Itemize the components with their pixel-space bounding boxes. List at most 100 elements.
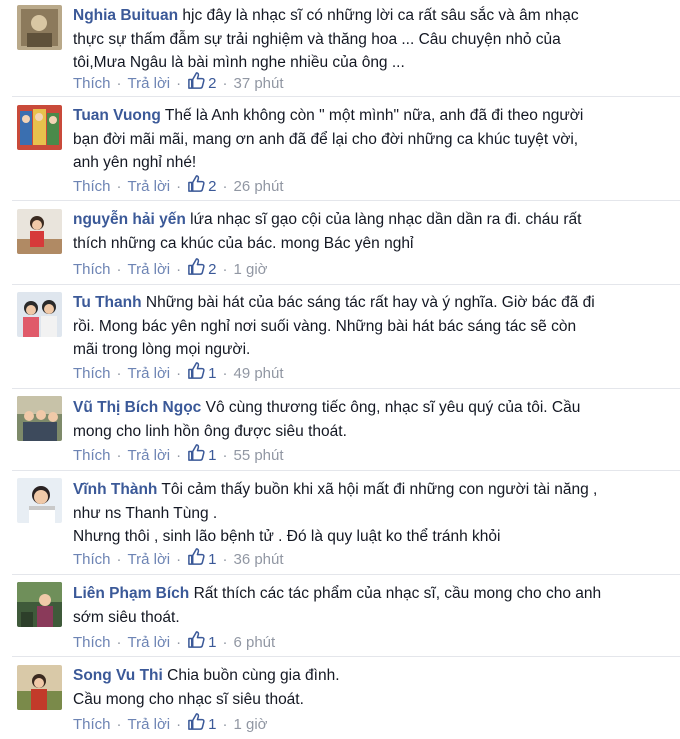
like-link[interactable]: Thích bbox=[73, 175, 111, 199]
separator: · bbox=[176, 447, 182, 464]
thumbs-up-icon bbox=[187, 630, 208, 657]
comment-text: bạn đời mãi mãi, mang ơn anh đã để lại c… bbox=[73, 130, 579, 148]
like-count[interactable]: 1 bbox=[187, 630, 216, 657]
reply-link[interactable]: Trả lời bbox=[128, 362, 171, 386]
avatar[interactable] bbox=[17, 292, 62, 337]
comment-author[interactable]: Tu Thanh bbox=[73, 294, 142, 311]
comment-text: Tu Thanh Những bài hát của bác sáng tác … bbox=[73, 294, 595, 311]
avatar[interactable] bbox=[17, 582, 62, 627]
like-count[interactable]: 1 bbox=[187, 443, 216, 470]
separator: · bbox=[222, 178, 228, 195]
separator: · bbox=[222, 75, 228, 92]
separator: · bbox=[116, 365, 122, 382]
separator: · bbox=[176, 178, 182, 195]
comment-author[interactable]: Vũ Thị Bích Ngọc bbox=[73, 399, 201, 416]
like-link[interactable]: Thích bbox=[73, 631, 111, 655]
comment-time[interactable]: 6 phút bbox=[233, 631, 275, 655]
like-count-number: 2 bbox=[208, 75, 217, 92]
comment-time[interactable]: 26 phút bbox=[233, 175, 283, 199]
comment-text: tôi,Mưa Ngâu là bài mình nghe nhiều của … bbox=[73, 54, 405, 71]
comment-time[interactable]: 1 giờ bbox=[233, 258, 267, 282]
comment-time[interactable]: 49 phút bbox=[233, 362, 283, 386]
thumbs-up-icon bbox=[187, 547, 208, 574]
comment-divider bbox=[12, 284, 680, 285]
separator: · bbox=[222, 365, 228, 382]
comment-author[interactable]: Song Vu Thi bbox=[73, 667, 163, 684]
reply-link[interactable]: Trả lời bbox=[128, 72, 171, 96]
separator: · bbox=[116, 551, 122, 568]
thumbs-up-icon bbox=[187, 257, 208, 284]
avatar[interactable] bbox=[17, 209, 62, 254]
reply-link[interactable]: Trả lời bbox=[128, 175, 171, 199]
comment-text: Nghia Buituan hjc đây là nhạc sĩ có nhữn… bbox=[73, 7, 579, 24]
comment-time[interactable]: 37 phút bbox=[233, 72, 283, 96]
avatar[interactable] bbox=[17, 5, 62, 50]
separator: · bbox=[116, 634, 122, 651]
reply-link[interactable]: Trả lời bbox=[128, 548, 171, 572]
comment-author[interactable]: Vĩnh Thành bbox=[73, 481, 157, 498]
avatar[interactable] bbox=[17, 396, 62, 441]
comment-text: như ns Thanh Tùng . bbox=[73, 504, 218, 522]
thumbs-up-icon bbox=[187, 174, 208, 201]
like-link[interactable]: Thích bbox=[73, 713, 111, 737]
comment-time[interactable]: 55 phút bbox=[233, 444, 283, 468]
separator: · bbox=[176, 365, 182, 382]
avatar[interactable] bbox=[17, 105, 62, 150]
comment-actions: Thích · Trả lời · 1 · 1 giờ bbox=[73, 712, 268, 739]
separator: · bbox=[222, 551, 228, 568]
comment-text: thích những ca khúc của bác. mong Bác yê… bbox=[73, 234, 414, 252]
comment-time[interactable]: 36 phút bbox=[233, 548, 283, 572]
like-count-number: 1 bbox=[208, 365, 217, 382]
thumbs-up-icon bbox=[187, 443, 208, 470]
comment-text: Liên Phạm Bích Rất thích các tác phẩm củ… bbox=[73, 585, 602, 602]
separator: · bbox=[116, 75, 122, 92]
comment-text: Tuan Vuong Thế là Anh không còn " một mì… bbox=[73, 107, 584, 124]
comment-author[interactable]: Tuan Vuong bbox=[73, 107, 161, 124]
comment-actions: Thích · Trả lời · 1 · 36 phút bbox=[73, 547, 284, 574]
like-count[interactable]: 2 bbox=[187, 174, 216, 201]
comment-actions: Thích · Trả lời · 2 · 26 phút bbox=[73, 174, 284, 201]
comment-text: mãi trong lòng mọi người. bbox=[73, 341, 251, 358]
comment-author[interactable]: Liên Phạm Bích bbox=[73, 585, 189, 602]
like-link[interactable]: Thích bbox=[73, 72, 111, 96]
like-count[interactable]: 1 bbox=[187, 547, 216, 574]
avatar[interactable] bbox=[17, 478, 62, 523]
comment-time[interactable]: 1 giờ bbox=[233, 713, 267, 737]
separator: · bbox=[116, 178, 122, 195]
comment-actions: Thích · Trả lời · 2 · 37 phút bbox=[73, 71, 284, 98]
like-count[interactable]: 2 bbox=[187, 71, 216, 98]
separator: · bbox=[176, 261, 182, 278]
like-count-number: 1 bbox=[208, 634, 217, 651]
separator: · bbox=[222, 716, 228, 733]
comment-author[interactable]: Nghia Buituan bbox=[73, 7, 178, 24]
reply-link[interactable]: Trả lời bbox=[128, 713, 171, 737]
separator: · bbox=[176, 634, 182, 651]
reply-link[interactable]: Trả lời bbox=[128, 631, 171, 655]
reply-link[interactable]: Trả lời bbox=[128, 258, 171, 282]
comment-actions: Thích · Trả lời · 1 · 6 phút bbox=[73, 630, 275, 657]
comment-text: mong cho linh hồn ông được siêu thoát. bbox=[73, 422, 347, 440]
like-link[interactable]: Thích bbox=[73, 548, 111, 572]
comment-text: nguyễn hải yến lứa nhạc sĩ gạo cội của l… bbox=[73, 211, 582, 228]
separator: · bbox=[222, 447, 228, 464]
like-link[interactable]: Thích bbox=[73, 362, 111, 386]
thumbs-up-icon bbox=[187, 361, 208, 388]
like-count[interactable]: 1 bbox=[187, 712, 216, 739]
avatar[interactable] bbox=[17, 665, 62, 710]
comment-author[interactable]: nguyễn hải yến bbox=[73, 211, 186, 228]
like-count[interactable]: 2 bbox=[187, 257, 216, 284]
comment-actions: Thích · Trả lời · 2 · 1 giờ bbox=[73, 257, 268, 284]
separator: · bbox=[222, 634, 228, 651]
separator: · bbox=[176, 75, 182, 92]
separator: · bbox=[222, 261, 228, 278]
like-count-number: 1 bbox=[208, 447, 217, 464]
comment-actions: Thích · Trả lời · 1 · 49 phút bbox=[73, 361, 284, 388]
comment-text: rồi. Mong bác yên nghỉ nơi suối vàng. Nh… bbox=[73, 317, 577, 335]
like-count[interactable]: 1 bbox=[187, 361, 216, 388]
like-count-number: 2 bbox=[208, 178, 217, 195]
separator: · bbox=[116, 447, 122, 464]
like-link[interactable]: Thích bbox=[73, 444, 111, 468]
like-link[interactable]: Thích bbox=[73, 258, 111, 282]
reply-link[interactable]: Trả lời bbox=[128, 444, 171, 468]
comment-text: Nhưng thôi , sinh lão bệnh tử . Đó là qu… bbox=[73, 528, 501, 545]
